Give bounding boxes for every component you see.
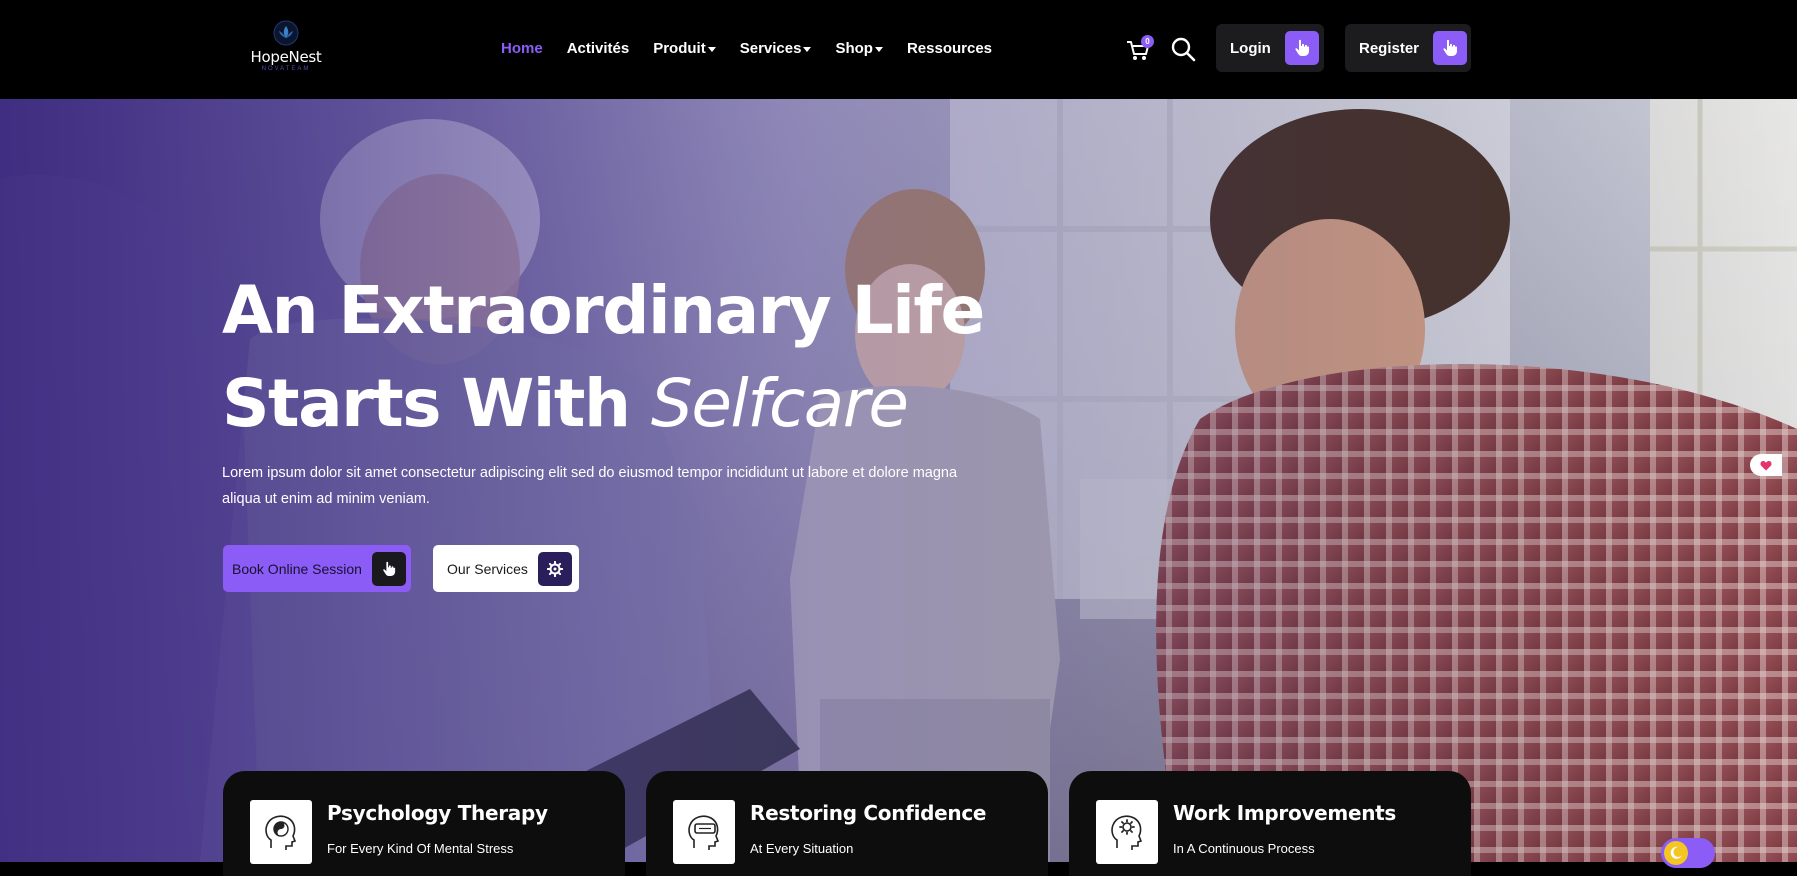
brand-tagline: NOVATEAM	[261, 66, 311, 72]
register-button[interactable]: Register	[1345, 24, 1471, 72]
feature-card-restoring-confidence[interactable]: Restoring Confidence At Every Situation	[646, 771, 1048, 876]
hero-section: An Extraordinary Life Starts With Selfca…	[0, 99, 1797, 862]
hero-description: Lorem ipsum dolor sit amet consectetur a…	[222, 465, 958, 507]
lotus-logo-icon	[273, 20, 299, 46]
caret-down-icon	[874, 47, 883, 52]
book-online-session-button[interactable]: Book Online Session	[223, 545, 411, 592]
cart-count-badge: 0	[1141, 35, 1154, 48]
caret-down-icon	[803, 47, 812, 52]
caret-down-icon	[707, 47, 716, 52]
hero-title: An Extraordinary Life Starts With Selfca…	[222, 264, 985, 450]
nav-item-activites[interactable]: Activités	[567, 40, 630, 57]
login-button[interactable]: Login	[1216, 24, 1324, 72]
services-label: Our Services	[447, 560, 528, 577]
gear-icon	[537, 551, 572, 586]
nav-label: Produit	[653, 40, 706, 57]
theme-toggle[interactable]	[1661, 838, 1715, 868]
mind-gear-icon	[1096, 800, 1158, 864]
hero-title-line1: An Extraordinary Life	[222, 272, 985, 349]
vr-head-icon	[673, 800, 735, 864]
nav-item-shop[interactable]: Shop	[835, 40, 883, 57]
search-button[interactable]	[1170, 36, 1196, 62]
nav-label: Services	[739, 40, 802, 57]
feature-card-psychology-therapy[interactable]: Psychology Therapy For Every Kind Of Men…	[223, 771, 625, 876]
moon-icon	[1664, 841, 1688, 865]
book-label: Book Online Session	[232, 560, 362, 577]
nav-item-home[interactable]: Home	[501, 40, 543, 57]
card-title: Psychology Therapy	[327, 801, 548, 825]
main-nav: Home Activités Produit Services Shop Res…	[501, 40, 1016, 57]
nav-label: Activités	[566, 40, 630, 57]
register-label: Register	[1359, 39, 1420, 57]
heart-icon	[1760, 460, 1772, 470]
hero-title-line2: Starts With	[222, 365, 651, 442]
hand-pointer-icon	[1284, 31, 1319, 65]
hero-title-italic: Selfcare	[650, 365, 909, 442]
site-header: HopeNest NOVATEAM Home Activités Produit…	[0, 0, 1797, 99]
card-title: Restoring Confidence	[750, 801, 987, 825]
nav-item-ressources[interactable]: Ressources	[907, 40, 992, 57]
brand-name: HopeNest	[250, 48, 322, 66]
card-subtitle: For Every Kind Of Mental Stress	[327, 841, 514, 856]
login-label: Login	[1230, 39, 1271, 57]
wishlist-tab[interactable]	[1750, 454, 1782, 476]
hand-pointer-icon	[371, 551, 406, 586]
nav-item-produit[interactable]: Produit	[653, 40, 716, 57]
our-services-button[interactable]: Our Services	[433, 545, 579, 592]
nav-item-services[interactable]: Services	[740, 40, 812, 57]
card-subtitle: At Every Situation	[750, 841, 854, 856]
card-subtitle: In A Continuous Process	[1173, 841, 1315, 856]
logo[interactable]: HopeNest NOVATEAM	[250, 20, 322, 78]
search-icon	[1171, 37, 1196, 62]
hand-pointer-icon	[1433, 31, 1468, 65]
card-title: Work Improvements	[1173, 801, 1397, 825]
feature-card-work-improvements[interactable]: Work Improvements In A Continuous Proces…	[1069, 771, 1471, 876]
nav-label: Ressources	[906, 40, 993, 57]
nav-label: Home	[501, 40, 543, 57]
cart-button[interactable]: 0	[1125, 35, 1154, 63]
nav-label: Shop	[835, 40, 873, 57]
mind-yin-yang-icon	[250, 800, 312, 864]
